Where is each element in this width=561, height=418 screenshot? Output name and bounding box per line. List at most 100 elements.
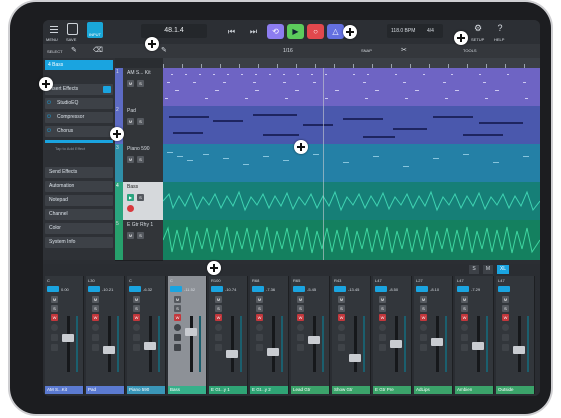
write-button[interactable]: W bbox=[502, 314, 509, 321]
mute-button[interactable]: M bbox=[127, 156, 134, 163]
volume-value[interactable]: -10.74 bbox=[225, 287, 236, 292]
eq-icon[interactable] bbox=[338, 344, 345, 351]
section-system-info[interactable]: System Info bbox=[45, 237, 113, 248]
channel-name[interactable]: E Gt...y 1 bbox=[209, 386, 247, 394]
edit-icon[interactable] bbox=[420, 324, 427, 331]
pan-value[interactable]: C bbox=[47, 278, 50, 283]
speaker-icon[interactable] bbox=[461, 334, 468, 341]
eq-icon[interactable] bbox=[174, 344, 181, 351]
mute-button[interactable]: M bbox=[502, 296, 509, 303]
section-notepad[interactable]: Notepad bbox=[45, 195, 113, 206]
add-effect-hint[interactable]: Tap to Add Effect bbox=[55, 146, 85, 151]
edit-icon[interactable] bbox=[461, 324, 468, 331]
volume-fader[interactable] bbox=[62, 334, 74, 342]
edit-icon[interactable] bbox=[297, 324, 304, 331]
tempo-display[interactable]: 118.0 BPM 4/4 bbox=[387, 24, 443, 38]
solo-button[interactable]: S bbox=[297, 305, 304, 312]
eq-icon[interactable] bbox=[256, 344, 263, 351]
solo-button[interactable]: S bbox=[137, 232, 144, 239]
cycle-button[interactable]: ⟲ bbox=[267, 24, 284, 39]
setup-gear-icon[interactable]: ⚙ bbox=[471, 23, 485, 35]
mixer-tab-m[interactable]: M bbox=[483, 265, 493, 274]
volume-value[interactable]: 0.00 bbox=[61, 287, 69, 292]
mixer-tab-s[interactable]: S bbox=[469, 265, 479, 274]
channel-strip[interactable]: C -11.52 M S W Bass bbox=[168, 276, 207, 394]
volume-fader[interactable] bbox=[267, 348, 279, 356]
pan-value[interactable]: L47 bbox=[375, 278, 382, 283]
channel-name[interactable]: Lead Gtr bbox=[291, 386, 329, 394]
track-header-3[interactable]: 3 Piano 590 M S bbox=[115, 144, 163, 183]
speaker-icon[interactable] bbox=[174, 334, 181, 341]
channel-strip[interactable]: C -6.32 M S W Piano 590 bbox=[127, 276, 166, 394]
eq-icon[interactable] bbox=[379, 344, 386, 351]
mute-button[interactable]: M bbox=[297, 296, 304, 303]
play-icon[interactable]: ▶ bbox=[127, 194, 134, 201]
volume-value[interactable]: -11.52 bbox=[184, 287, 195, 292]
solo-button[interactable]: S bbox=[137, 118, 144, 125]
channel-strip[interactable]: R100 -10.74 M S W E Gt...y 1 bbox=[209, 276, 248, 394]
channel-strip[interactable]: R65 -5.45 M S W Lead Gtr bbox=[291, 276, 330, 394]
solo-button[interactable]: S bbox=[137, 156, 144, 163]
speaker-icon[interactable] bbox=[420, 334, 427, 341]
eq-icon[interactable] bbox=[297, 344, 304, 351]
volume-value[interactable]: -13.45 bbox=[348, 287, 359, 292]
edit-icon[interactable] bbox=[215, 324, 222, 331]
edit-icon[interactable] bbox=[133, 324, 140, 331]
volume-fader[interactable] bbox=[185, 328, 197, 336]
tools-label[interactable]: TOOLS bbox=[463, 48, 477, 53]
mute-button[interactable]: M bbox=[379, 296, 386, 303]
inspector-track-header[interactable]: 4 Bass bbox=[45, 60, 113, 70]
channel-name[interactable]: Show Gtr bbox=[332, 386, 370, 394]
audio-region-bass[interactable] bbox=[162, 182, 540, 220]
volume-fader[interactable] bbox=[390, 340, 402, 348]
select-tool[interactable]: SELECT bbox=[47, 49, 63, 54]
volume-value[interactable]: -6.32 bbox=[143, 287, 152, 292]
speaker-icon[interactable] bbox=[297, 334, 304, 341]
volume-fader[interactable] bbox=[226, 350, 238, 358]
write-button[interactable]: W bbox=[256, 314, 263, 321]
channel-strip[interactable]: C 0.00 M S W AM S...Kit bbox=[45, 276, 84, 394]
effect-slot-3[interactable]: ⏻ Chorus bbox=[45, 126, 113, 137]
solo-button[interactable]: S bbox=[215, 305, 222, 312]
metronome-button[interactable]: △ bbox=[327, 24, 344, 39]
mute-button[interactable]: M bbox=[174, 296, 181, 303]
volume-value[interactable]: -8.10 bbox=[430, 287, 439, 292]
volume-fader[interactable] bbox=[144, 342, 156, 350]
playhead-cursor[interactable] bbox=[323, 68, 324, 260]
menu-button[interactable] bbox=[47, 23, 61, 37]
edit-icon[interactable] bbox=[92, 324, 99, 331]
mute-button[interactable]: M bbox=[127, 80, 134, 87]
mute-button[interactable]: M bbox=[461, 296, 468, 303]
eraser-icon[interactable]: ⌫ bbox=[93, 46, 103, 54]
track-header-2[interactable]: 2 Pad M S bbox=[115, 106, 163, 145]
channel-name[interactable]: Bass bbox=[168, 386, 206, 394]
play-button[interactable]: ▶ bbox=[287, 24, 304, 39]
solo-button[interactable]: S bbox=[137, 194, 144, 201]
power-icon[interactable]: ⏻ bbox=[47, 128, 51, 134]
speaker-icon[interactable] bbox=[133, 334, 140, 341]
pan-value[interactable]: C bbox=[129, 278, 132, 283]
track-header-5[interactable]: 5 E Gtr Rhy 1 M S bbox=[115, 220, 163, 261]
edit-icon[interactable] bbox=[174, 324, 181, 331]
solo-button[interactable]: S bbox=[51, 305, 58, 312]
mute-button[interactable]: M bbox=[338, 296, 345, 303]
volume-fader[interactable] bbox=[308, 336, 320, 344]
write-button[interactable]: W bbox=[92, 314, 99, 321]
speaker-icon[interactable] bbox=[215, 334, 222, 341]
channel-name[interactable]: Piano 590 bbox=[127, 386, 165, 394]
forward-button[interactable]: ⏭ bbox=[245, 24, 262, 39]
timeline-ruler[interactable] bbox=[163, 58, 540, 68]
effect-slot-2[interactable]: ⏻ Compressor bbox=[45, 112, 113, 123]
eq-icon[interactable] bbox=[51, 344, 58, 351]
eq-icon[interactable] bbox=[215, 344, 222, 351]
volume-value[interactable]: -7.36 bbox=[266, 287, 275, 292]
volume-fader[interactable] bbox=[472, 342, 484, 350]
section-channel[interactable]: Channel bbox=[45, 209, 113, 220]
pan-value[interactable]: L30 bbox=[88, 278, 95, 283]
pan-value[interactable]: R100 bbox=[211, 278, 221, 283]
speaker-icon[interactable] bbox=[502, 334, 509, 341]
solo-button[interactable]: S bbox=[92, 305, 99, 312]
draw-tool-icon[interactable]: ✎ bbox=[161, 46, 167, 54]
speaker-icon[interactable] bbox=[338, 334, 345, 341]
power-icon[interactable] bbox=[293, 286, 305, 292]
